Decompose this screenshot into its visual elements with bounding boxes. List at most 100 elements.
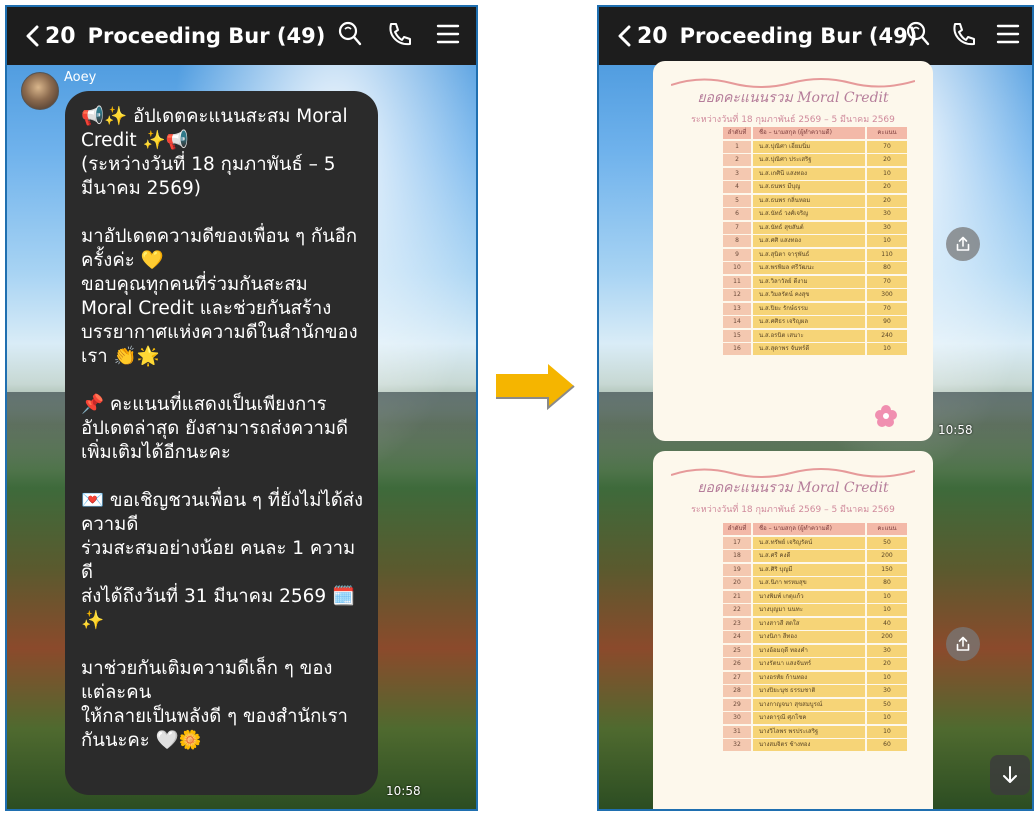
row-score: 70 (867, 302, 907, 315)
row-name: นางสมจิตร ช้างทอง (753, 739, 865, 751)
share-button-1[interactable] (946, 227, 980, 261)
row-name: นางรัตนา แสงจันทร์ (753, 658, 865, 670)
back-button[interactable]: 20 (25, 24, 76, 49)
row-number: 29 (723, 698, 751, 711)
table-row: 2 น.ส.ปุณิศา ประเสริฐ 20 (723, 154, 911, 166)
row-name: น.ส.ปิยะ รักษ์ธรรม (753, 302, 865, 315)
score-table: ลำดับที่ ชื่อ – นามสกุล (ผู้ทำความดี) คะ… (723, 523, 911, 753)
row-score: 50 (867, 536, 907, 549)
row-number: 1 (723, 140, 751, 153)
row-name: น.ส.ศศิ แสงทอง (753, 235, 865, 247)
table-row: 28 นางปิยะนุช ธรรมชาติ 30 (723, 685, 911, 697)
row-name: นางบุญมา นนทะ (753, 604, 865, 616)
table-row: 32 นางสมจิตร ช้างทอง 60 (723, 739, 911, 751)
arrow-down-icon (1003, 766, 1017, 783)
row-name: น.ส.ศศิธร เจริญผล (753, 316, 865, 328)
row-number: 30 (723, 712, 751, 724)
table-row: 25 นางอ้อมฤดี ทองคำ 30 (723, 644, 911, 657)
flower-page-1-icon (875, 405, 897, 427)
row-score: 10 (867, 671, 907, 684)
row-score: 30 (867, 221, 907, 234)
message-time: 10:58 (386, 784, 421, 798)
row-number: 6 (723, 208, 751, 220)
row-score: 10 (867, 725, 907, 738)
row-score: 40 (867, 617, 907, 630)
table-row: 14 น.ส.ศศิธร เจริญผล 90 (723, 316, 911, 328)
row-number: 28 (723, 685, 751, 697)
message-bubble[interactable]: 📢✨ อัปเดตคะแนนสะสม Moral Credit ✨📢 (ระหว… (65, 91, 378, 795)
message-time-1: 10:58 (938, 423, 973, 437)
header-name: ชื่อ – นามสกุล (ผู้ทำความดี) (753, 127, 865, 139)
chevron-left-icon (26, 25, 39, 47)
row-number: 25 (723, 644, 751, 657)
row-name: น.ส.ศรี คงดี (753, 550, 865, 562)
row-score: 110 (867, 248, 907, 261)
table-header: ลำดับที่ ชื่อ – นามสกุล (ผู้ทำความดี) คะ… (723, 523, 911, 535)
row-number: 26 (723, 658, 751, 670)
phone-icon[interactable] (386, 21, 412, 47)
row-score: 30 (867, 644, 907, 657)
row-name: น.ส.ปุณิศา ประเสริฐ (753, 154, 865, 166)
table-row: 13 น.ส.ปิยะ รักษ์ธรรม 70 (723, 302, 911, 315)
unread-count: 20 (45, 23, 76, 49)
table-row: 23 นางสาวสี สดใส 40 (723, 617, 911, 630)
table-row: 18 น.ส.ศรี คงดี 200 (723, 550, 911, 562)
row-score: 10 (867, 343, 907, 355)
share-button-2[interactable] (946, 627, 980, 661)
row-number: 4 (723, 181, 751, 193)
search-icon[interactable] (338, 21, 362, 47)
table-row: 30 นางดารุณี ศุภโชค 10 (723, 712, 911, 724)
table-row: 24 นางนิภา สีทอง 200 (723, 631, 911, 643)
row-score: 20 (867, 658, 907, 670)
table-row: 16 น.ส.สุดาพร จันทร์ดี 10 (723, 343, 911, 355)
row-number: 20 (723, 577, 751, 589)
table-row: 26 นางรัตนา แสงจันทร์ 20 (723, 658, 911, 670)
row-number: 23 (723, 617, 751, 630)
score-table: ลำดับที่ ชื่อ – นามสกุล (ผู้ทำความดี) คะ… (723, 127, 911, 357)
search-icon[interactable] (906, 21, 930, 47)
row-score: 20 (867, 154, 907, 166)
row-number: 31 (723, 725, 751, 738)
row-name: นางสาวสี สดใส (753, 617, 865, 630)
row-score: 10 (867, 604, 907, 616)
row-number: 32 (723, 739, 751, 751)
row-name: น.ส.สุดาพร จันทร์ดี (753, 343, 865, 355)
table-row: 29 นางกาญจนา สุขสมบูรณ์ 50 (723, 698, 911, 711)
header-score: คะแนน (867, 523, 907, 535)
row-score: 240 (867, 329, 907, 342)
chat-header: 20 Proceeding Bur (49) (599, 7, 1032, 65)
row-name: นางกาญจนา สุขสมบูรณ์ (753, 698, 865, 711)
row-score: 200 (867, 550, 907, 562)
table-row: 12 น.ส.วิมลรัตน์ คงสุข 300 (723, 289, 911, 301)
row-name: นางปิยะนุช ธรรมชาติ (753, 685, 865, 697)
row-name: น.ส.วิลาวัลย์ ดีงาม (753, 275, 865, 288)
chat-header: 20 Proceeding Bur (49) (7, 7, 476, 65)
ribbon-decoration (671, 78, 915, 88)
card-subtitle: ระหว่างวันที่ 18 กุมภาพันธ์ 2569 – 5 มีน… (691, 505, 895, 515)
menu-icon[interactable] (996, 21, 1020, 47)
menu-icon[interactable] (436, 21, 460, 47)
row-name: นางอรทัย ก้านทอง (753, 671, 865, 684)
sender-avatar[interactable] (21, 72, 59, 110)
share-icon (956, 636, 970, 651)
scroll-to-bottom-button[interactable] (990, 755, 1030, 795)
row-score: 20 (867, 181, 907, 193)
table-row: 10 น.ส.พรพิมล ศรีวัฒนะ 80 (723, 262, 911, 274)
table-row: 6 น.ส.นัทธ์ วงศ์เจริญ 30 (723, 208, 911, 220)
row-number: 2 (723, 154, 751, 166)
back-button[interactable]: 20 (617, 24, 668, 49)
image-message-2[interactable]: ยอดคะแนนรวม Moral Credit ระหว่างวันที่ 1… (653, 451, 933, 809)
row-number: 5 (723, 194, 751, 207)
row-name: น.ส.ทรัพย์ เจริญรัตน์ (753, 536, 865, 549)
row-number: 14 (723, 316, 751, 328)
phone-icon[interactable] (950, 21, 976, 47)
image-message-1[interactable]: ยอดคะแนนรวม Moral Credit ระหว่างวันที่ 1… (653, 61, 933, 441)
row-score: 10 (867, 235, 907, 247)
row-name: น.ส.สุนิตา จารุพันธ์ (753, 248, 865, 261)
row-number: 17 (723, 536, 751, 549)
row-name: นางอ้อมฤดี ทองคำ (753, 644, 865, 657)
row-number: 27 (723, 671, 751, 684)
row-number: 19 (723, 563, 751, 576)
row-number: 8 (723, 235, 751, 247)
table-row: 3 น.ส.เกศินี แสงทอง 10 (723, 167, 911, 180)
